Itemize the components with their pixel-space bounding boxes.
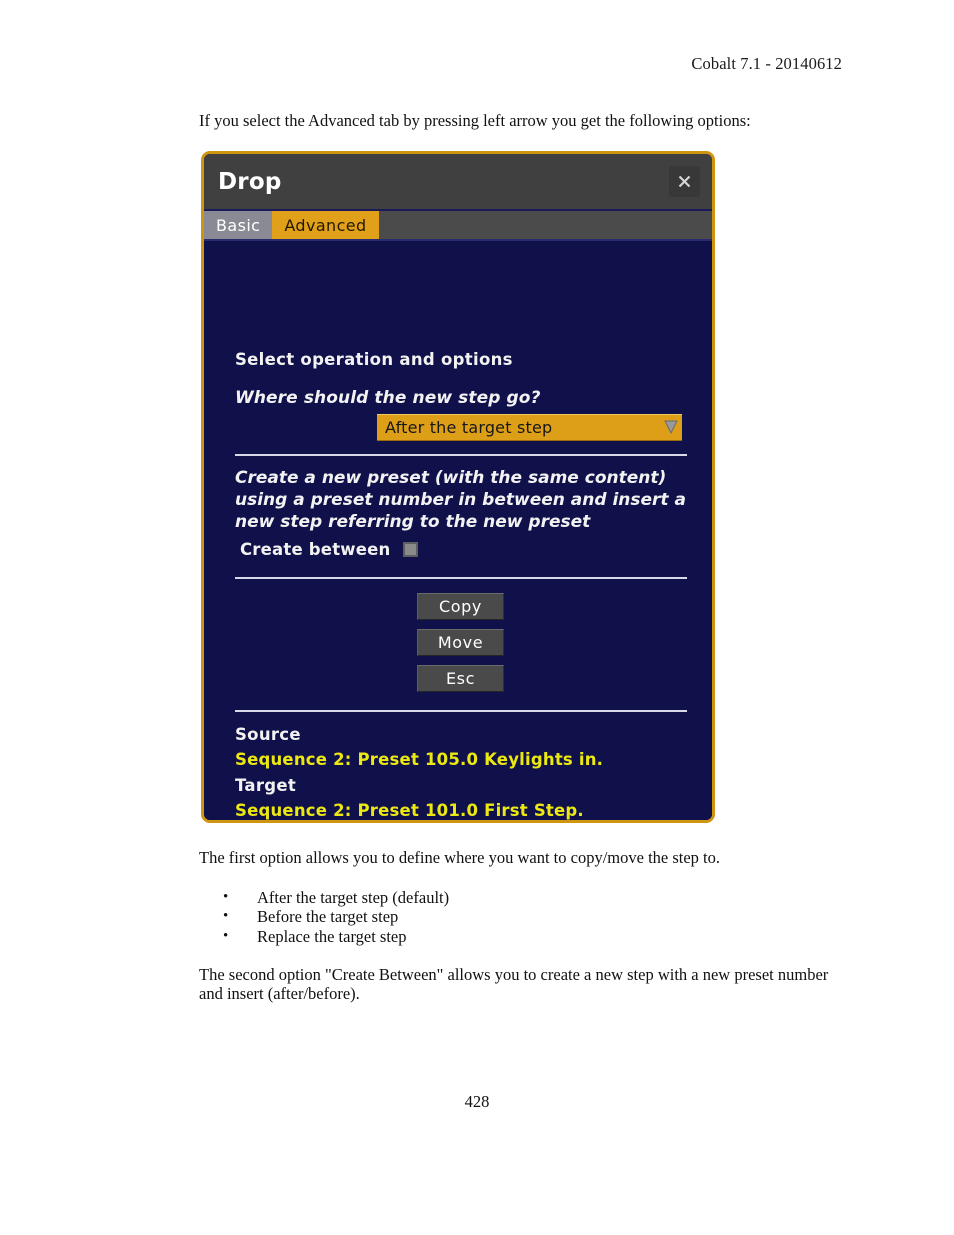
dialog-titlebar: Drop: [204, 154, 712, 211]
step-placement-dropdown[interactable]: After the target step: [377, 414, 682, 441]
question-label: Where should the new step go?: [235, 388, 541, 408]
list-item: • Replace the target step: [199, 927, 819, 946]
esc-button[interactable]: Esc: [417, 665, 504, 692]
section-title: Select operation and options: [235, 350, 513, 369]
source-heading: Source: [235, 725, 301, 744]
dialog-body: Select operation and options Where shoul…: [204, 241, 712, 820]
dialog-button-stack: Copy Move Esc: [417, 593, 504, 692]
source-value: Sequence 2: Preset 105.0 Keylights in.: [235, 750, 604, 769]
divider-middle: [235, 577, 687, 579]
dialog-tabbar: Basic Advanced: [204, 211, 712, 241]
copy-button[interactable]: Copy: [417, 593, 504, 620]
second-option-paragraph: The second option "Create Between" allow…: [199, 965, 829, 1004]
dialog-title: Drop: [218, 168, 282, 195]
create-between-checkbox[interactable]: [403, 542, 419, 557]
close-x-glyph: [678, 175, 691, 188]
options-bullet-list: • After the target step (default) • Befo…: [199, 888, 819, 946]
bullet-icon: •: [223, 889, 229, 905]
first-option-paragraph: The first option allows you to define wh…: [199, 848, 721, 867]
list-item: • After the target step (default): [199, 888, 819, 907]
create-between-label: Create between: [240, 540, 391, 559]
drop-info-block: Source Sequence 2: Preset 105.0 Keylight…: [235, 725, 690, 820]
target-heading: Target: [235, 776, 297, 795]
bullet-icon: •: [223, 927, 229, 944]
intro-paragraph: If you select the Advanced tab by pressi…: [199, 111, 751, 130]
list-item-label: Before the target step: [257, 907, 399, 927]
close-icon[interactable]: [669, 166, 700, 197]
document-header: Cobalt 7.1 - 20140612: [691, 54, 842, 73]
list-item-label: Replace the target step: [257, 926, 407, 946]
create-between-description: Create a new preset (with the same conte…: [235, 468, 686, 532]
chevron-down-glyph: [664, 420, 678, 435]
page-number: 428: [464, 1092, 490, 1111]
list-item-label: After the target step (default): [257, 888, 450, 907]
move-button[interactable]: Move: [417, 629, 504, 656]
chevron-down-icon: [660, 420, 682, 435]
create-between-row[interactable]: Create between: [240, 540, 419, 559]
target-value: Sequence 2: Preset 101.0 First Step.: [235, 801, 584, 820]
list-item: • Before the target step: [199, 907, 819, 926]
tab-basic[interactable]: Basic: [204, 211, 273, 239]
divider-top: [235, 454, 687, 456]
step-placement-value: After the target step: [385, 418, 553, 437]
bullet-icon: •: [223, 908, 229, 925]
tab-advanced[interactable]: Advanced: [272, 211, 379, 239]
drop-dialog: Drop Basic Advanced Select operation and…: [201, 151, 715, 823]
divider-bottom: [235, 710, 687, 712]
